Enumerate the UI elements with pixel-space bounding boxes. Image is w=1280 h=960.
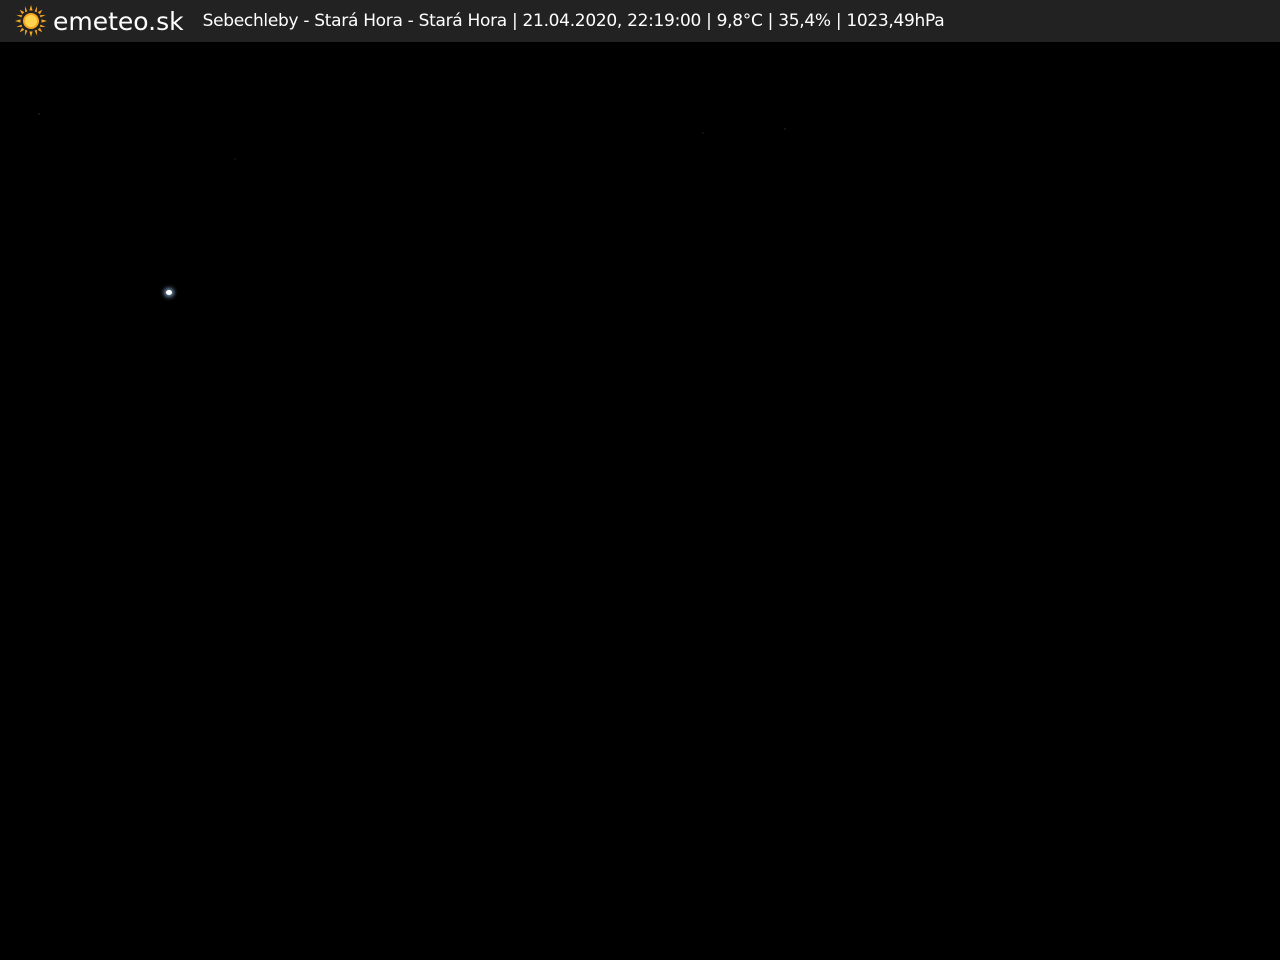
- faint-light-point: [784, 128, 786, 130]
- webcam-frame: emeteo.sk Sebechleby - Stará Hora - Star…: [0, 0, 1280, 960]
- faint-light-point: [38, 113, 40, 115]
- night-sky-image: [0, 42, 1280, 960]
- bright-light-point: [166, 290, 172, 295]
- station-caption: Sebechleby - Stará Hora - Stará Hora | 2…: [202, 11, 945, 31]
- faint-light-point: [702, 132, 704, 134]
- brand-name: emeteo.sk: [53, 6, 184, 36]
- sun-icon: [15, 5, 47, 37]
- faint-light-point: [234, 158, 236, 160]
- webcam-info-bar: emeteo.sk Sebechleby - Stará Hora - Star…: [0, 0, 1280, 42]
- emeteo-logo: emeteo.sk: [14, 4, 184, 38]
